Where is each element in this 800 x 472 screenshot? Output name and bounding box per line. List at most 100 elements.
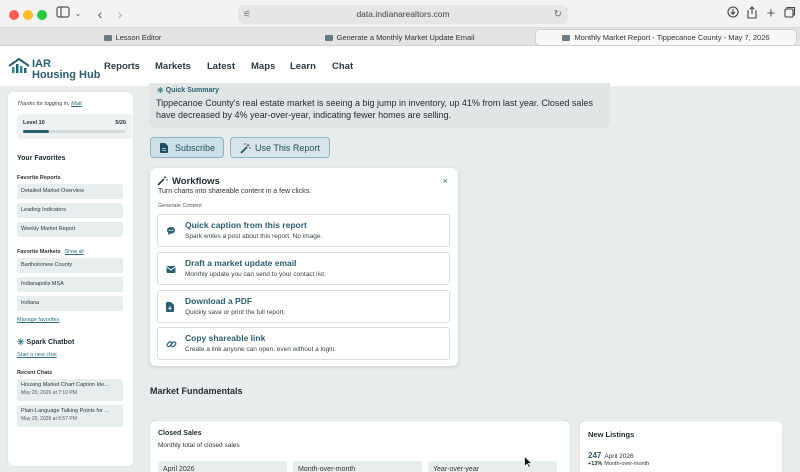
workflows-panel: Workflows × Turn charts into shareable c…: [150, 168, 458, 366]
spark-icon: ✳: [157, 86, 164, 95]
favorite-report-item[interactable]: Leading Indicators: [17, 203, 123, 218]
link-icon: [166, 339, 177, 352]
favorite-market-item[interactable]: Bartholomew County: [17, 258, 123, 273]
user-link[interactable]: Matt: [71, 101, 82, 107]
option-description: Create a link anyone can open, even with…: [185, 346, 337, 353]
favorite-report-item[interactable]: Weekly Market Report: [17, 222, 123, 237]
close-icon[interactable]: ×: [443, 176, 448, 186]
download-icon[interactable]: [725, 6, 741, 22]
page-settings-icon[interactable]: ⚟: [243, 5, 251, 24]
quick-summary: ✳ Quick Summary Tippecanoe County's real …: [149, 83, 610, 128]
sidebar: Thanks for logging in, Matt Level 10 5/2…: [8, 92, 133, 466]
draft-email-option[interactable]: Draft a market update email Monthly upda…: [157, 252, 450, 285]
nav-markets[interactable]: Markets: [155, 61, 191, 72]
favorite-market-item[interactable]: Indiana: [17, 296, 123, 311]
chat-bubble-icon: [166, 226, 176, 238]
download-pdf-option[interactable]: Download a PDF Quickly save or print the…: [157, 290, 450, 323]
generate-content-label: Generate Content: [158, 203, 202, 209]
closed-sales-title: Closed Sales: [158, 430, 202, 437]
spark-icon: ✳: [17, 337, 25, 347]
nav-reports[interactable]: Reports: [104, 61, 140, 72]
pdf-file-icon: [166, 302, 174, 314]
nav-chat[interactable]: Chat: [332, 61, 353, 72]
document-icon: [160, 138, 168, 161]
recent-chat-item[interactable]: Housing Market Chart Caption Ide... May …: [17, 379, 123, 401]
favorite-market-item[interactable]: Indianapolis MSA: [17, 277, 123, 292]
option-title: Draft a market update email: [185, 258, 297, 268]
folder-icon: [562, 35, 571, 42]
new-listings-change: +13% Month-over-month: [588, 461, 650, 467]
forward-button[interactable]: ›: [112, 6, 128, 22]
new-listings-value: 247 April 2026: [588, 451, 634, 460]
nav-maps[interactable]: Maps: [251, 61, 275, 72]
closed-sales-card: Closed Sales Monthly total of closed sal…: [150, 421, 570, 472]
option-description: Quickly save or print the full report.: [185, 309, 286, 316]
level-card: Level 10 5/20: [17, 114, 132, 139]
browser-toolbar: ⌄ ‹ › ⚟ data.indianarealtors.com ↻ +: [0, 0, 800, 28]
close-window-button[interactable]: [9, 10, 19, 20]
closed-sales-yoy: Year-over-year: [428, 461, 557, 472]
option-title: Download a PDF: [185, 296, 253, 306]
back-button[interactable]: ‹: [92, 6, 108, 22]
new-tab-icon[interactable]: +: [763, 6, 779, 22]
subscribe-button[interactable]: Subscribe: [150, 137, 224, 158]
logo-text: IAR Housing Hub: [32, 58, 101, 81]
reload-icon[interactable]: ↻: [554, 5, 562, 24]
welcome-text: Thanks for logging in, Matt: [17, 101, 82, 107]
magic-wand-icon: [240, 138, 251, 162]
envelope-icon: [166, 264, 176, 276]
new-listings-card: New Listings 247 April 2026 +13% Month-ove…: [580, 421, 782, 472]
option-title: Copy shareable link: [185, 333, 266, 343]
quick-caption-option[interactable]: Quick caption from this report Spark wri…: [157, 214, 450, 247]
level-count: 5/20: [115, 120, 126, 126]
level-progress-bar: [23, 130, 126, 133]
tab-bar: Lesson Editor Generate a Monthly Market …: [0, 28, 800, 46]
address-bar[interactable]: ⚟ data.indianarealtors.com ↻: [238, 5, 568, 24]
option-title: Quick caption from this report: [185, 220, 307, 230]
tab-generate-email[interactable]: Generate a Monthly Market Update Email: [267, 30, 532, 45]
tab-monthly-report[interactable]: Monthly Market Report - Tippecanoe Count…: [536, 30, 796, 45]
folder-icon: [324, 35, 333, 42]
use-report-button[interactable]: Use This Report: [230, 137, 330, 158]
option-description: Spark writes a post about this report. N…: [185, 233, 323, 240]
recent-chat-item[interactable]: Plain-Language Talking Points for ... Ma…: [17, 405, 123, 427]
nav-latest[interactable]: Latest: [207, 61, 235, 72]
maximize-window-button[interactable]: [37, 10, 47, 20]
closed-sales-subtitle: Monthly total of closed sales: [158, 442, 240, 449]
favorite-markets-label: Favorite Markets Show all: [17, 249, 84, 255]
workflows-subtitle: Turn charts into shareable content in a …: [158, 188, 312, 195]
chat-title: Plain-Language Talking Points for ...: [21, 408, 109, 414]
house-logo-icon: [8, 58, 30, 73]
option-description: Monthly update you can send to your cont…: [185, 271, 326, 278]
tab-overview-icon[interactable]: [782, 6, 798, 22]
summary-title: ✳ Quick Summary: [157, 86, 220, 95]
favorite-report-item[interactable]: Detailed Market Overview: [17, 184, 123, 199]
share-icon[interactable]: [744, 6, 760, 22]
favorite-reports-label: Favorite Reports: [17, 175, 61, 181]
folder-icon: [103, 35, 112, 42]
closed-sales-mom: Month-over-month: [293, 461, 422, 472]
manage-favorites-link[interactable]: Manage favorites: [17, 317, 59, 323]
tab-lesson-editor[interactable]: Lesson Editor: [0, 30, 265, 45]
show-all-link[interactable]: Show all: [65, 249, 84, 255]
closed-sales-period: April 2026: [158, 461, 287, 472]
new-listings-title: New Listings: [588, 430, 635, 439]
workflows-title: Workflows: [172, 176, 220, 187]
site-header: IAR Housing Hub Reports Markets Latest Ma…: [0, 46, 800, 86]
copy-link-option[interactable]: Copy shareable link Create a link anyone…: [157, 327, 450, 360]
summary-text: Tippecanoe County's real estate market i…: [156, 98, 593, 120]
chat-title: Housing Market Chart Caption Ide...: [21, 382, 109, 388]
recent-chats-label: Recent Chats: [17, 370, 53, 376]
level-progress-fill: [23, 130, 49, 133]
chat-date: May 20, 2026 at 6:57 PM: [21, 416, 77, 422]
magic-wand-icon: [157, 175, 168, 189]
market-fundamentals-heading: Market Fundamentals: [150, 386, 243, 396]
chat-date: May 20, 2026 at 7:10 PM: [21, 390, 77, 396]
minimize-window-button[interactable]: [23, 10, 33, 20]
mouse-cursor-icon: [524, 456, 532, 468]
chevron-down-icon[interactable]: ⌄: [70, 6, 86, 22]
new-chat-link[interactable]: Start a new chat: [17, 352, 57, 358]
sidebar-toggle-icon[interactable]: [55, 6, 71, 22]
nav-learn[interactable]: Learn: [290, 61, 316, 72]
url-text: data.indianarealtors.com: [356, 9, 450, 19]
